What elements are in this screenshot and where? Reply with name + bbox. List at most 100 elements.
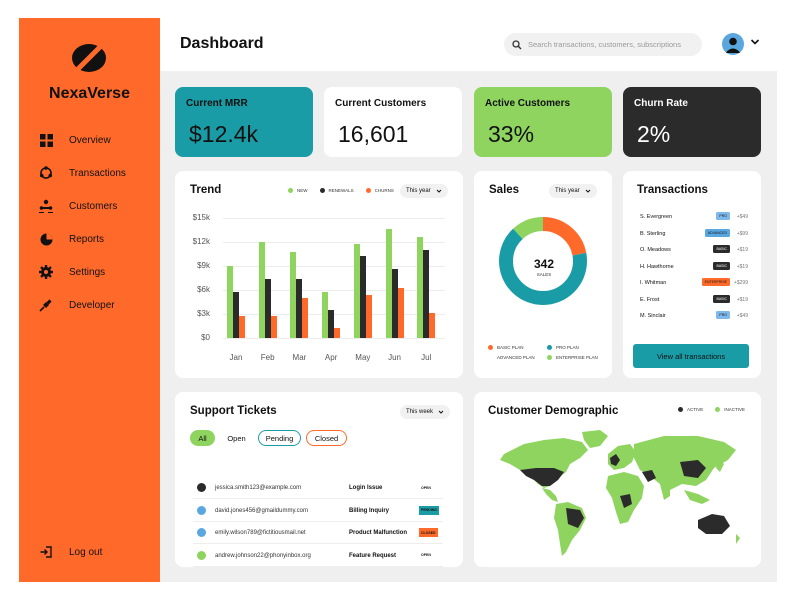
stat-card-active: Active Customers 33% <box>474 87 612 157</box>
legend-swatch <box>547 345 552 350</box>
sidebar-item-customers[interactable]: Customers <box>39 195 117 217</box>
dropdown-label: This week <box>406 409 434 415</box>
avatar[interactable] <box>722 33 744 55</box>
ticket-row[interactable]: david.jones456@gmaildummy.com Billing Inq… <box>193 500 443 522</box>
sidebar-item-transactions[interactable]: Transactions <box>39 162 126 184</box>
plan-badge: PRO <box>716 212 730 220</box>
demographic-title: Customer Demographic <box>488 405 619 417</box>
ticket-email: jessica.smith123@example.com <box>215 485 302 491</box>
x-tick-label: May <box>355 353 371 362</box>
pie-icon <box>39 232 53 246</box>
ticket-row[interactable]: jessica.smith123@example.com Login Issue O… <box>193 477 443 499</box>
ticket-status-badge: PENDING <box>419 505 439 515</box>
ticket-row[interactable]: andrew.johnson22@phonyinbox.org Feature R… <box>193 545 443 567</box>
stat-card-mrr: Current MRR $12.4k <box>175 87 313 157</box>
chevron-down-icon[interactable] <box>750 37 760 47</box>
search-input[interactable] <box>528 40 698 49</box>
sales-card: Sales This year 342 SALES BASIC PLAN PRO… <box>474 171 612 378</box>
ticket-issue: Billing Inquiry <box>349 507 389 514</box>
logout-button[interactable]: Log out <box>39 541 102 563</box>
y-tick-label: $3k <box>197 309 210 318</box>
ticket-status-badge: CLOSED <box>419 528 438 537</box>
plan-badge: ADVANCED <box>704 228 730 237</box>
users-icon <box>39 199 53 213</box>
sales-donut-chart <box>499 217 587 305</box>
search-bar[interactable] <box>504 33 702 56</box>
map-region-central-america <box>542 488 558 502</box>
x-tick-label: Feb <box>260 353 275 362</box>
gridline <box>223 338 445 339</box>
transaction-row[interactable]: B. Sterling ADVANCED +$99 <box>640 228 748 240</box>
sidebar-item-settings[interactable]: Settings <box>39 261 105 283</box>
ticket-issue: Login Issue <box>349 485 383 491</box>
bar-churns <box>365 294 372 338</box>
sidebar-item-label: Settings <box>69 266 106 278</box>
transaction-row[interactable]: M. Sinclair PRO +$49 <box>640 310 748 322</box>
transaction-row[interactable]: H. Hawthorne BASIC +$19 <box>640 261 748 273</box>
transaction-customer: O. Meadows <box>640 247 671 253</box>
transaction-customer: H. Hawthorne <box>640 263 674 270</box>
transaction-amount: +$49 <box>736 214 748 220</box>
stat-value: 16,601 <box>338 121 409 147</box>
x-tick-label: Jun <box>388 353 402 362</box>
transaction-amount: +$19 <box>736 263 748 270</box>
sales-legend-item: PRO PLAN <box>547 345 579 350</box>
transaction-amount: +$19 <box>736 296 748 303</box>
sidebar-item-developer[interactable]: Developer <box>39 294 115 316</box>
plug-icon <box>39 298 53 312</box>
sidebar-item-overview[interactable]: Overview <box>39 129 111 151</box>
sales-period-dropdown[interactable]: This year <box>549 184 597 198</box>
y-tick-label: $12k <box>192 237 210 246</box>
ticket-email: emily.wilson789@fictitiousmail.net <box>215 530 306 536</box>
view-all-transactions-button[interactable]: View all transactions <box>633 344 749 368</box>
plan-badge: BASIC <box>713 294 730 303</box>
legend-label: PRO PLAN <box>556 345 579 350</box>
ticket-status-badge: OPEN <box>419 550 433 560</box>
demographic-legend: ACTIVE INACTIVE <box>678 407 745 412</box>
tickets-title: Support Tickets <box>190 405 277 417</box>
legend-label: ENTERPRISE PLAN <box>556 355 598 360</box>
ticket-issue: Feature Request <box>349 552 397 559</box>
sidebar-item-reports[interactable]: Reports <box>39 228 104 250</box>
grid-icon <box>39 133 53 147</box>
sidebar-item-label: Overview <box>69 134 111 146</box>
search-icon <box>512 39 522 49</box>
legend-label: ACTIVE <box>687 407 704 412</box>
ticket-email: david.jones456@gmaildummy.com <box>215 507 309 514</box>
brand-logo-icon <box>72 43 106 73</box>
stat-value: 33% <box>488 121 535 147</box>
bar-churns <box>334 327 341 338</box>
world-map <box>500 430 740 556</box>
cycle-icon <box>39 166 53 180</box>
transaction-row[interactable]: O. Meadows BASIC +$19 <box>640 244 748 256</box>
y-tick-label: $9k <box>197 261 210 270</box>
ticket-status-badge: OPEN <box>419 483 433 492</box>
tab-open[interactable]: Open <box>222 430 251 446</box>
ticket-row[interactable]: emily.wilson789@fictitiousmail.net Produc… <box>193 522 443 544</box>
ticket-avatar <box>197 550 206 560</box>
transaction-row[interactable]: I. Whitman ENTERPRISE +$299 <box>640 277 748 289</box>
map-region-usa-active <box>520 468 564 486</box>
legend-swatch <box>715 407 721 412</box>
tab-all[interactable]: All <box>190 430 215 446</box>
sales-total: 342 <box>533 257 555 271</box>
plan-badge: BASIC <box>713 261 730 270</box>
stat-label: Current Customers <box>335 98 427 109</box>
transaction-amount: +$299 <box>733 280 748 286</box>
transaction-customer: B. Sterling <box>640 230 666 237</box>
transaction-customer: M. Sinclair <box>640 313 666 319</box>
legend-swatch <box>488 345 493 350</box>
tab-closed[interactable]: Closed <box>306 430 347 446</box>
sales-legend-item: ADVANCED PLAN <box>488 355 535 360</box>
transaction-row[interactable]: E. Frost BASIC +$19 <box>640 294 748 306</box>
stat-card-churn: Churn Rate 2% <box>623 87 761 157</box>
tickets-period-dropdown[interactable]: This week <box>400 405 451 419</box>
legend-label: INACTIVE <box>724 407 746 412</box>
bar-churns <box>429 313 436 338</box>
y-tick-label: $15k <box>192 213 210 222</box>
transaction-row[interactable]: S. Evergreen PRO +$49 <box>640 211 748 223</box>
legend-swatch <box>488 355 493 360</box>
sales-legend-item: ENTERPRISE PLAN <box>547 355 598 360</box>
sidebar-item-label: Developer <box>69 299 115 311</box>
tab-pending[interactable]: Pending <box>258 430 301 446</box>
